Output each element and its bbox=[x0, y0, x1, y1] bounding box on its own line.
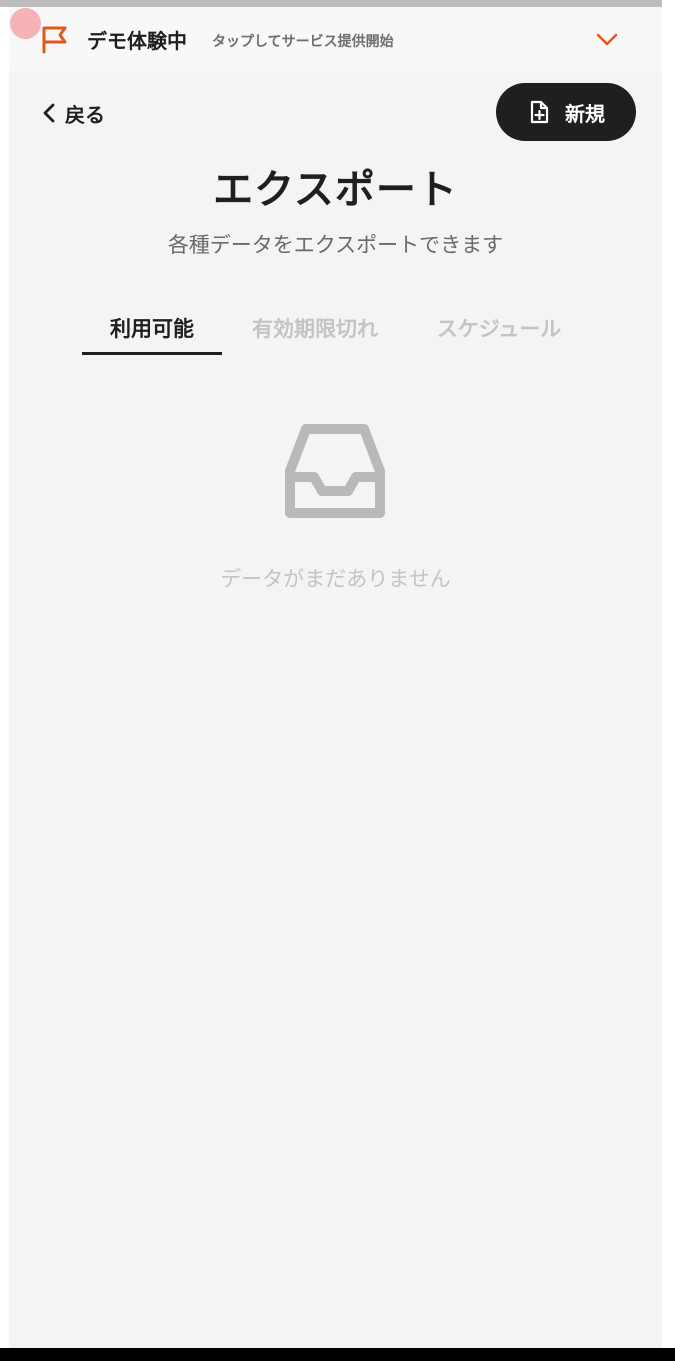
chevron-left-icon bbox=[43, 103, 55, 123]
empty-state-message: データがまだありません bbox=[220, 567, 451, 591]
tab-expired[interactable]: 有効期限切れ bbox=[235, 313, 395, 357]
bottom-bar bbox=[0, 1348, 675, 1361]
top-status-line bbox=[0, 0, 662, 7]
file-plus-icon bbox=[530, 100, 549, 124]
page-subtitle: 各種データをエクスポートできます bbox=[167, 233, 504, 257]
page-title: エクスポート bbox=[213, 167, 458, 213]
tab-schedule[interactable]: スケジュール bbox=[419, 313, 579, 357]
touch-indicator bbox=[10, 8, 41, 39]
new-button-label: 新規 bbox=[565, 101, 605, 126]
back-button[interactable]: 戻る bbox=[39, 95, 105, 131]
chevron-down-icon[interactable] bbox=[595, 27, 619, 51]
active-tab-indicator bbox=[82, 352, 222, 355]
new-button[interactable]: 新規 bbox=[496, 83, 636, 141]
flag-icon bbox=[42, 26, 67, 54]
tab-available[interactable]: 利用可能 bbox=[82, 313, 222, 357]
app-screen: デモ体験中 タップしてサービス提供開始 戻る 新規 エクスポート 各種データをエ… bbox=[9, 7, 662, 1348]
demo-banner-title: デモ体験中 bbox=[87, 29, 187, 53]
back-button-label: 戻る bbox=[65, 102, 105, 127]
demo-banner[interactable]: デモ体験中 タップしてサービス提供開始 bbox=[9, 7, 662, 71]
demo-banner-subtitle: タップしてサービス提供開始 bbox=[212, 34, 394, 50]
inbox-icon bbox=[285, 424, 385, 518]
